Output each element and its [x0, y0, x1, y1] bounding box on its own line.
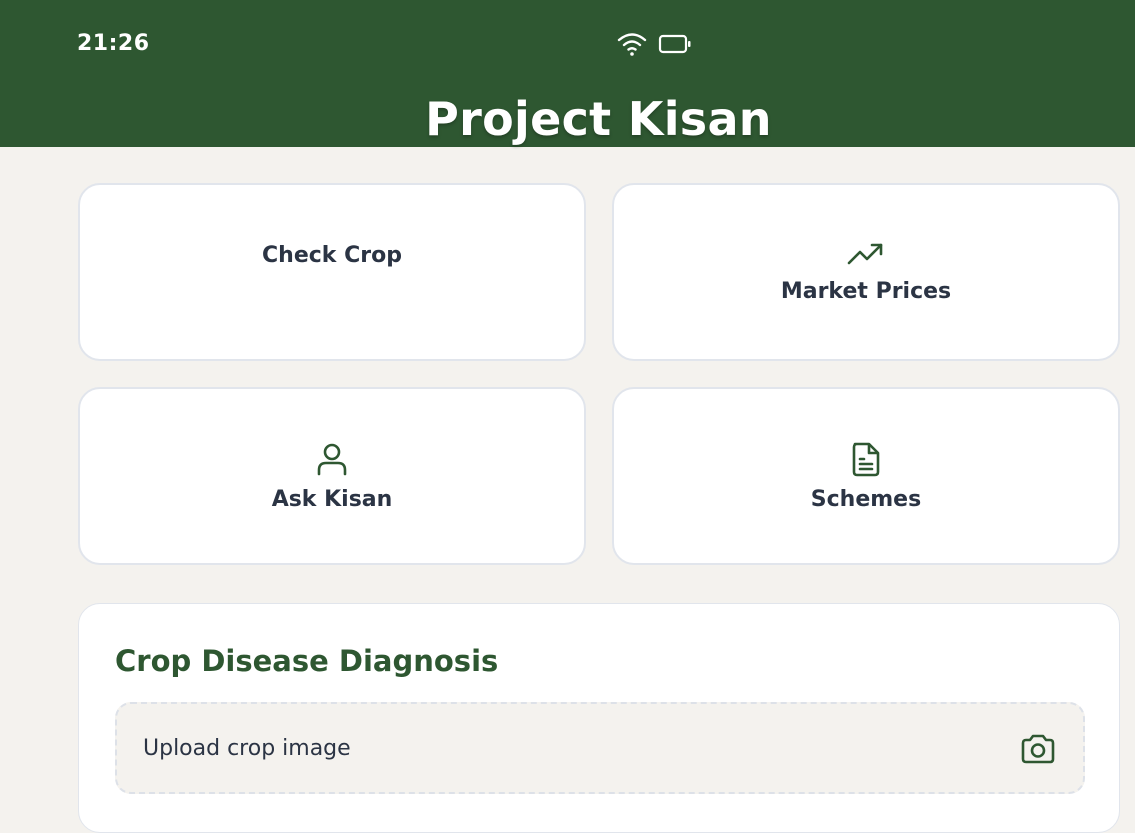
crop-diagnosis-panel: Crop Disease Diagnosis Upload crop image [78, 603, 1120, 833]
ask-kisan-label: Ask Kisan [271, 486, 393, 512]
camera-icon [1021, 734, 1055, 764]
wifi-icon [617, 33, 647, 56]
app-header: 21:26 Project Kisan [0, 0, 1135, 147]
market-prices-card[interactable]: Market Prices [612, 183, 1120, 361]
upload-crop-image-button[interactable]: Upload crop image [115, 702, 1085, 794]
trending-up-icon [847, 243, 883, 264]
upload-label: Upload crop image [143, 736, 351, 761]
market-prices-label: Market Prices [780, 278, 952, 304]
battery-icon [658, 34, 691, 54]
app-title: Project Kisan [425, 92, 772, 146]
schemes-card[interactable]: Schemes [612, 387, 1120, 565]
check-crop-card[interactable]: Check Crop [78, 183, 586, 361]
user-icon [317, 443, 347, 475]
status-time: 21:26 [77, 31, 150, 56]
check-crop-label: Check Crop [262, 242, 402, 268]
diagnosis-title: Crop Disease Diagnosis [115, 644, 499, 678]
document-icon [852, 442, 880, 476]
ask-kisan-card[interactable]: Ask Kisan [78, 387, 586, 565]
status-icons [616, 30, 692, 58]
schemes-label: Schemes [810, 486, 922, 512]
